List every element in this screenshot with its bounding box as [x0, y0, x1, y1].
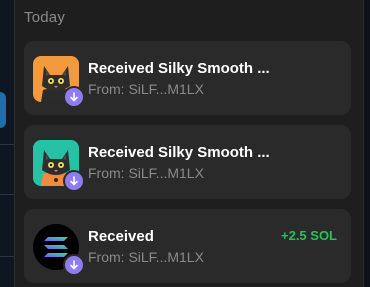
arrow-down-icon	[63, 170, 85, 192]
arrow-down-icon	[63, 86, 85, 108]
item-amount: +2.5 SOL	[281, 228, 337, 243]
background-divider	[0, 194, 14, 195]
activity-item[interactable]: Received Silky Smooth ... From: SiLF...M…	[24, 41, 351, 115]
item-subtitle: From: SiLF...M1LX	[88, 81, 204, 97]
item-subtitle: From: SiLF...M1LX	[88, 249, 204, 265]
item-subtitle: From: SiLF...M1LX	[88, 165, 204, 181]
nft-avatar	[33, 140, 85, 192]
nft-avatar	[33, 56, 85, 108]
item-title: Received Silky Smooth ...	[88, 144, 270, 161]
background-right-edge	[364, 0, 370, 287]
activity-item[interactable]: Received From: SiLF...M1LX +2.5 SOL	[24, 209, 351, 283]
activity-item[interactable]: Received Silky Smooth ... From: SiLF...M…	[24, 125, 351, 199]
item-title: Received	[88, 228, 154, 245]
background-divider	[0, 256, 14, 257]
background-divider	[0, 144, 14, 145]
arrow-down-icon	[63, 254, 85, 276]
background-decoration	[0, 92, 6, 128]
token-avatar	[33, 224, 85, 276]
item-title: Received Silky Smooth ...	[88, 60, 270, 77]
section-title-today: Today	[24, 9, 66, 26]
background-left-edge	[0, 0, 14, 287]
activity-panel: Today Received Silky Smooth ... From: Si…	[14, 0, 364, 287]
